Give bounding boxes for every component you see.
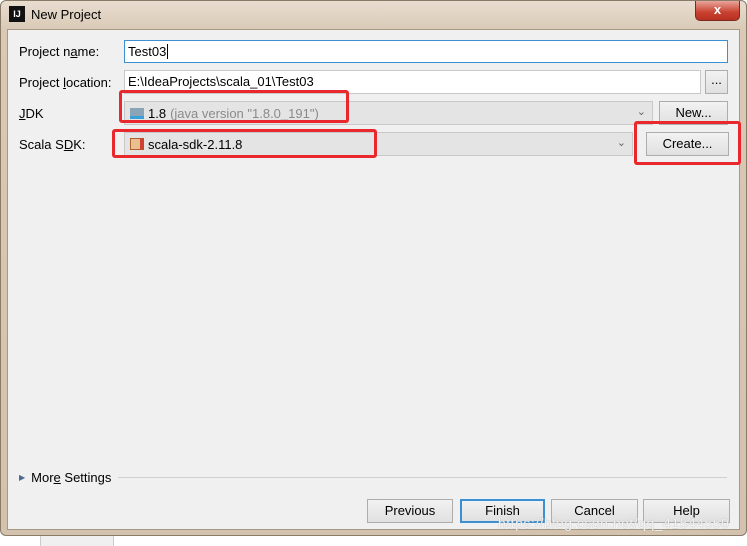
triangle-right-icon: ▶ (19, 473, 26, 482)
window-title: New Project (31, 6, 102, 22)
project-location-label: Project location: (19, 75, 112, 90)
label-text: ocation: (65, 75, 112, 90)
chevron-down-icon: ⌄ (616, 137, 626, 149)
background-window-edge (40, 536, 114, 546)
label-text: Mor (31, 470, 54, 485)
create-highlight-box (634, 121, 741, 165)
mnemonic: e (53, 470, 61, 485)
title-bar: IJ New Project (9, 6, 101, 22)
intellij-logo-icon: IJ (9, 6, 25, 22)
label-text: DK (25, 106, 44, 121)
label-text: Project n (19, 44, 71, 59)
browse-button[interactable]: ... (705, 70, 728, 94)
previous-button[interactable]: Previous (367, 499, 453, 523)
label-text: Settings (60, 470, 112, 485)
project-name-input[interactable]: Test03 (124, 40, 728, 63)
more-settings-toggle[interactable]: ▶ More Settings (19, 470, 111, 485)
text-cursor (167, 44, 169, 59)
label-text: Scala S (19, 137, 64, 152)
label-text: Project (19, 75, 64, 90)
more-settings-label: More Settings (31, 470, 111, 485)
project-name-label: Project name: (19, 44, 99, 59)
input-value: Test03 (128, 44, 167, 59)
jdk-label: JDK (19, 106, 44, 121)
divider (118, 477, 727, 478)
close-button[interactable]: x (695, 1, 740, 21)
jdk-highlight-box (119, 90, 349, 123)
scala-sdk-highlight-box (112, 129, 377, 158)
label-text: me: (77, 44, 100, 59)
label-text: K: (73, 137, 86, 152)
mnemonic: D (63, 137, 74, 152)
scala-sdk-label: Scala SDK: (19, 137, 86, 152)
chevron-down-icon: ⌄ (636, 106, 646, 118)
watermark: https://blog.csdn.net/qq_41544550 (498, 515, 730, 531)
mnemonic: a (70, 44, 78, 59)
